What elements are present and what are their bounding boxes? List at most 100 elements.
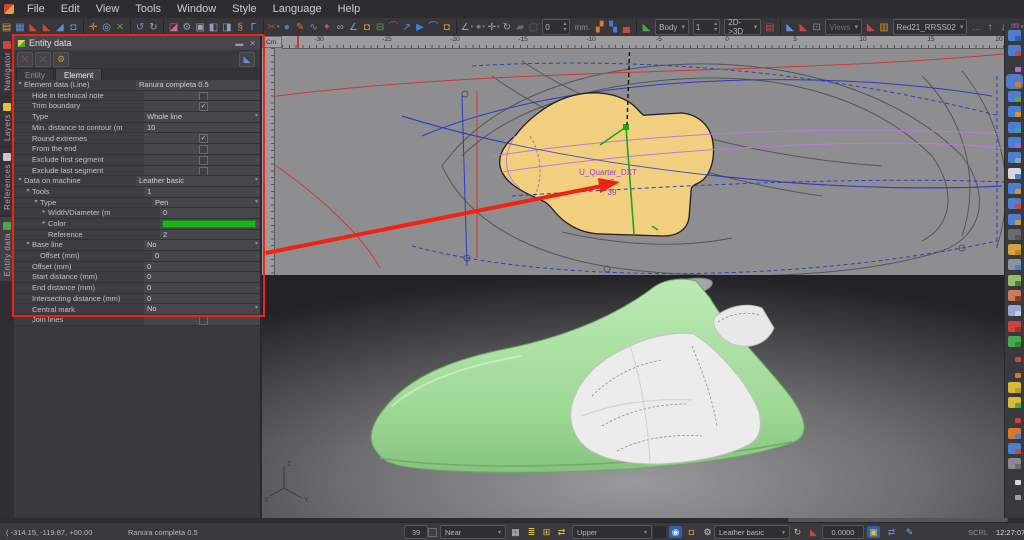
near-select[interactable]: Near▾ bbox=[440, 525, 506, 539]
h-bracket-icon[interactable]: ⊟ bbox=[374, 20, 386, 35]
property-value[interactable]: Ranura completa 0.5 bbox=[136, 80, 260, 90]
dropdown-arrow-icon[interactable]: ▾ bbox=[255, 112, 258, 122]
shoe-gray-icon[interactable] bbox=[1008, 458, 1021, 469]
window-purple-icon[interactable] bbox=[1008, 137, 1021, 148]
layer-swap-icon[interactable]: ⇄ bbox=[555, 526, 568, 538]
selected-pattern-piece[interactable] bbox=[500, 93, 714, 236]
curve-icon[interactable]: ∿ bbox=[307, 20, 319, 35]
property-value[interactable] bbox=[144, 315, 260, 325]
snap-checkbox[interactable] bbox=[428, 528, 437, 537]
arrow-ne-icon[interactable]: ↗ bbox=[401, 20, 413, 35]
property-value[interactable]: Whole line▾ bbox=[144, 112, 260, 122]
shoe-blue-red-icon[interactable] bbox=[1008, 443, 1021, 454]
boxes-orange-icon[interactable] bbox=[1008, 428, 1021, 439]
edit-nodes-icon[interactable]: ⤫ bbox=[35, 52, 51, 67]
last-3d-canvas[interactable]: Z Y X bbox=[262, 276, 1004, 519]
flag-red-icon[interactable]: ▄ bbox=[620, 20, 632, 35]
lock-blue-icon[interactable]: ◘ bbox=[67, 20, 79, 35]
fit-points-icon[interactable]: ⤫ bbox=[17, 52, 33, 67]
property-value[interactable]: 10 bbox=[144, 123, 260, 133]
image-red-icon[interactable] bbox=[1008, 290, 1021, 301]
property-value[interactable]: Leather basic▾ bbox=[136, 176, 260, 186]
property-value[interactable]: 0 bbox=[144, 272, 260, 282]
checkbox-checked[interactable]: ✓ bbox=[199, 102, 208, 111]
curve-c-icon[interactable]: ⌒ bbox=[427, 20, 439, 35]
eraser-icon[interactable]: ◪ bbox=[167, 20, 179, 35]
window-red-grid-icon[interactable] bbox=[1008, 45, 1021, 56]
color-swatch[interactable] bbox=[162, 220, 256, 228]
paste-left-icon[interactable]: ◧ bbox=[207, 20, 219, 35]
sidebar-tab-layers[interactable]: Layers bbox=[0, 98, 14, 146]
entity-handle[interactable] bbox=[623, 124, 629, 130]
arrow-select-icon[interactable]: ▶ bbox=[414, 20, 426, 35]
folder-yellow-icon[interactable] bbox=[1008, 244, 1021, 255]
material-select[interactable]: Leather basic▾ bbox=[714, 525, 790, 539]
dropdown-arrow-icon[interactable]: ▾ bbox=[255, 240, 258, 250]
close-icon[interactable]: ✕ bbox=[249, 39, 256, 48]
mm-spinner[interactable]: 0▴▾ bbox=[542, 19, 569, 35]
flag-orange-icon[interactable]: ▞ bbox=[594, 20, 606, 35]
menu-help[interactable]: Help bbox=[330, 0, 369, 18]
body-select[interactable]: Body▾ bbox=[655, 19, 689, 35]
window-gray-icon[interactable] bbox=[1008, 152, 1021, 163]
size-value[interactable]: 39 bbox=[404, 525, 428, 539]
measure-icon[interactable]: ✎ bbox=[903, 526, 916, 538]
checkbox-unchecked[interactable] bbox=[199, 145, 208, 154]
lock-icon[interactable]: ◘ bbox=[685, 526, 698, 538]
property-value[interactable]: 0 bbox=[152, 251, 260, 261]
scissors-icon[interactable]: ✂▾ bbox=[267, 20, 279, 35]
property-value[interactable]: No▾ bbox=[144, 304, 260, 314]
copy-icon[interactable]: ▣ bbox=[194, 20, 206, 35]
zoom-icon[interactable]: ◎ bbox=[101, 20, 113, 35]
checkbox-unchecked[interactable] bbox=[199, 167, 208, 176]
dropdown-arrow-icon[interactable]: ▾ bbox=[255, 304, 258, 314]
property-value[interactable]: 0 bbox=[144, 283, 260, 293]
horizontal-ruler[interactable]: -30-25-20-15-10-505101520 bbox=[282, 36, 1004, 49]
property-value[interactable]: ✓ bbox=[144, 133, 260, 143]
window-blue-icon[interactable] bbox=[1008, 30, 1021, 41]
property-value[interactable] bbox=[160, 219, 260, 229]
image-disabled-icon[interactable] bbox=[1008, 229, 1021, 240]
wrench-icon[interactable]: ⚙ bbox=[701, 526, 714, 538]
undo-icon[interactable]: ↺ bbox=[134, 20, 146, 35]
tree-arrow-icon[interactable]: ▾ bbox=[24, 240, 32, 250]
property-value[interactable] bbox=[144, 91, 260, 101]
corner-icon[interactable]: Γ bbox=[247, 20, 259, 35]
shoe-outline-orange-icon[interactable] bbox=[1008, 367, 1021, 378]
gear-node-icon[interactable]: ⚙ bbox=[53, 52, 69, 67]
columns-icon[interactable] bbox=[1008, 168, 1021, 179]
angle-tool-icon[interactable]: ∠▾ bbox=[461, 20, 473, 35]
tree-arrow-icon[interactable]: ▸ bbox=[40, 208, 48, 218]
sync-icon[interactable]: ⇄ bbox=[885, 526, 898, 538]
angle-value[interactable]: 0.0000 bbox=[822, 525, 864, 539]
tree-arrow-icon[interactable]: ▾ bbox=[16, 176, 24, 186]
window-red-lock-icon[interactable] bbox=[1008, 198, 1021, 209]
property-value[interactable]: 0 bbox=[160, 208, 260, 218]
tree-arrow-icon[interactable]: ▸ bbox=[40, 219, 48, 229]
angle-line-icon[interactable]: ∠ bbox=[347, 20, 359, 35]
menu-view[interactable]: View bbox=[88, 0, 128, 18]
property-value[interactable]: 2 bbox=[160, 230, 260, 240]
heel-red-icon[interactable] bbox=[1008, 412, 1021, 423]
wedge-yellow-icon[interactable] bbox=[1008, 382, 1021, 393]
pencil-icon[interactable]: ✎ bbox=[294, 20, 306, 35]
pin-icon[interactable]: ▬ bbox=[235, 39, 243, 48]
eu-flag-icon[interactable]: ▣ bbox=[867, 526, 880, 538]
shoe-blue-icon[interactable]: ◣ bbox=[784, 20, 796, 35]
fill-square-icon[interactable]: ▰ bbox=[514, 20, 526, 35]
share-icon[interactable] bbox=[1008, 259, 1021, 270]
vertical-ruler[interactable] bbox=[262, 48, 275, 275]
menu-window[interactable]: Window bbox=[169, 0, 224, 18]
shoe-green-icon[interactable] bbox=[1008, 336, 1021, 347]
shoe-green-icon[interactable]: ◣ bbox=[640, 20, 652, 35]
paste-right-icon[interactable]: ◨ bbox=[221, 20, 233, 35]
property-value[interactable] bbox=[144, 144, 260, 154]
link-icon[interactable]: ∞ bbox=[334, 20, 346, 35]
sphere-icon[interactable]: ● bbox=[281, 20, 293, 35]
section-icon[interactable]: § bbox=[234, 20, 246, 35]
window-teal-swap-icon[interactable] bbox=[1008, 122, 1021, 133]
folder-lock-icon[interactable] bbox=[1008, 214, 1021, 225]
property-value[interactable]: 0 bbox=[144, 262, 260, 272]
count-spinner[interactable]: 1▴▾ bbox=[693, 19, 720, 35]
lock2-orange-icon[interactable]: ◘ bbox=[441, 20, 453, 35]
